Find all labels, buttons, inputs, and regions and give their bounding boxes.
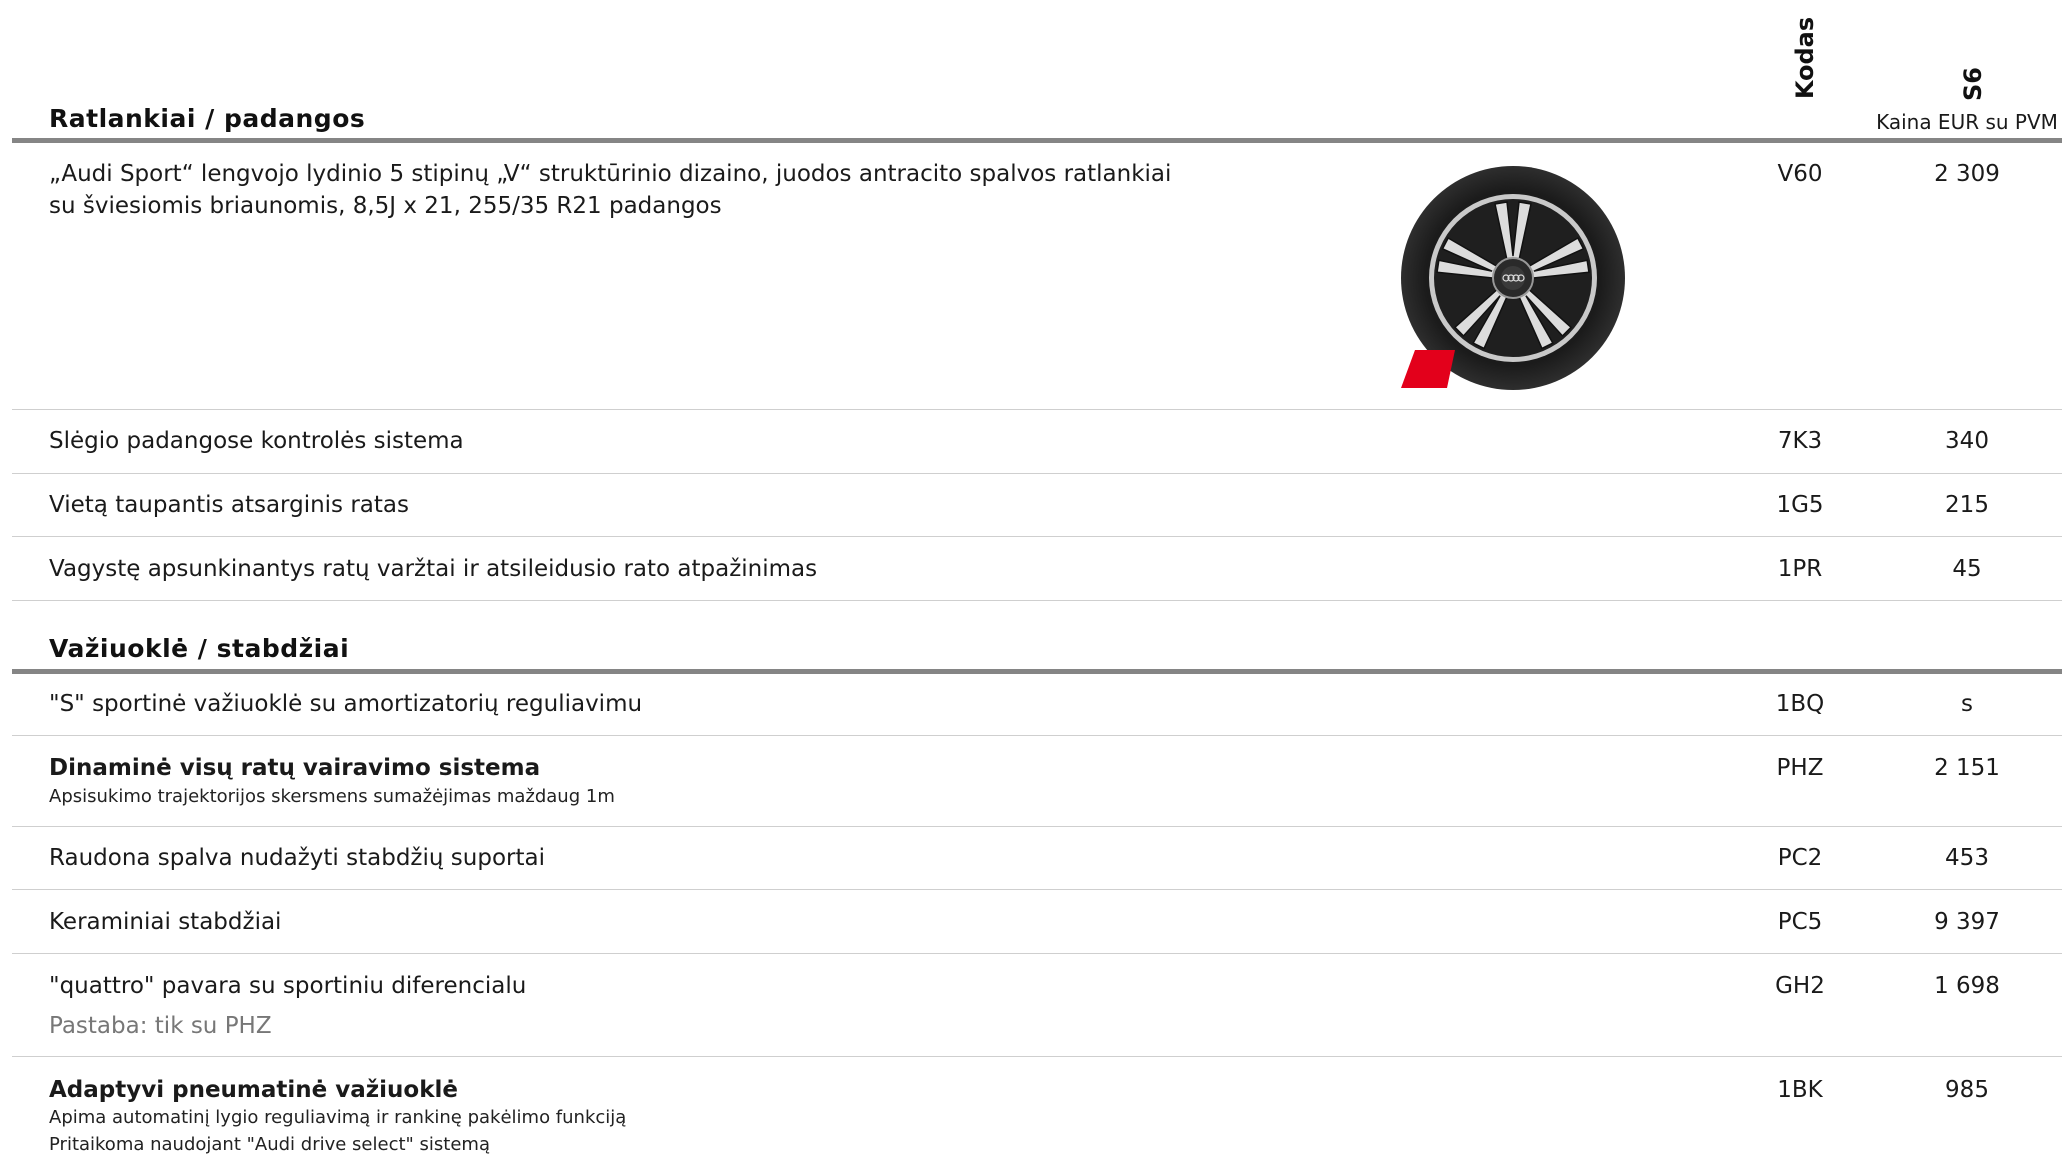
option-price: 9 397 (1934, 909, 2000, 935)
row-divider (12, 1056, 2062, 1057)
option-price: 2 151 (1934, 755, 2000, 781)
option-description: „Audi Sport“ lengvojo lydinio 5 stipinų … (49, 161, 1172, 187)
model-column-header: S6 (1959, 67, 1987, 101)
option-price: 453 (1945, 845, 1989, 871)
price-note-header: Kaina EUR su PVM (1876, 110, 2058, 134)
code-column-header: Kodas (1791, 16, 1819, 100)
option-description: Dinaminė visų ratų vairavimo sistema (49, 755, 541, 781)
row-divider (12, 409, 2062, 410)
option-code: 1BQ (1775, 691, 1825, 717)
section-divider (12, 669, 2062, 674)
option-description: "quattro" pavara su sportiniu diferencia… (49, 973, 527, 999)
row-divider (12, 953, 2062, 954)
option-subtext: Apima automatinį lygio reguliavimą ir ra… (49, 1107, 627, 1128)
option-price: 340 (1945, 428, 1989, 454)
option-subtext: Apsisukimo trajektorijos skersmens sumaž… (49, 786, 615, 807)
wheel-rim-image (1401, 166, 1625, 390)
section-divider (12, 138, 2062, 143)
option-price: 985 (1945, 1077, 1989, 1103)
row-divider (12, 536, 2062, 537)
section-title-suspension: Važiuoklė / stabdžiai (49, 634, 350, 663)
option-code: V60 (1777, 161, 1823, 187)
option-code: 7K3 (1777, 428, 1823, 454)
option-price: 215 (1945, 492, 1989, 518)
option-code: 1G5 (1776, 492, 1824, 518)
option-description: Keraminiai stabdžiai (49, 909, 282, 935)
option-price: 1 698 (1934, 973, 2000, 999)
section-title-wheels: Ratlankiai / padangos (49, 104, 366, 133)
row-divider (12, 473, 2062, 474)
option-description: Raudona spalva nudažyti stabdžių suporta… (49, 845, 545, 871)
row-divider (12, 889, 2062, 890)
option-code: PC5 (1777, 909, 1823, 935)
option-code: 1PR (1777, 556, 1823, 582)
option-code: 1BK (1777, 1077, 1823, 1103)
option-note: Pastaba: tik su PHZ (49, 1013, 272, 1039)
option-price: s (1961, 691, 1973, 717)
option-description-cont: su šviesiomis briaunomis, 8,5J x 21, 255… (49, 193, 722, 219)
row-divider (12, 600, 2062, 601)
option-code: PHZ (1776, 755, 1824, 781)
option-description: Vagystę apsunkinantys ratų varžtai ir at… (49, 556, 818, 582)
option-code: GH2 (1775, 973, 1825, 999)
option-code: PC2 (1777, 845, 1823, 871)
option-price: 2 309 (1934, 161, 2000, 187)
row-divider (12, 735, 2062, 736)
option-subtext: Pritaikoma naudojant "Audi drive select"… (49, 1134, 490, 1155)
option-description: "S" sportinė važiuoklė su amortizatorių … (49, 691, 643, 717)
option-description: Slėgio padangose kontrolės sistema (49, 428, 464, 454)
option-price: 45 (1952, 556, 1982, 582)
row-divider (12, 826, 2062, 827)
option-description: Adaptyvi pneumatinė važiuoklė (49, 1077, 459, 1103)
option-description: Vietą taupantis atsarginis ratas (49, 492, 409, 518)
